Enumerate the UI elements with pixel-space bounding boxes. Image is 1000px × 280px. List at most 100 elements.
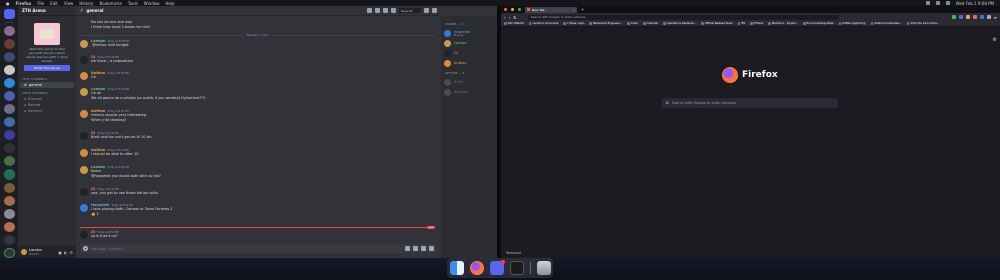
close-tab-icon[interactable]: × (572, 8, 575, 12)
trash-icon[interactable] (536, 261, 551, 275)
settings-gear-icon[interactable]: ⚙ (69, 250, 73, 255)
extension-icon[interactable] (972, 15, 977, 19)
add-server-icon[interactable] (3, 247, 15, 258)
control-center-icon[interactable] (945, 1, 950, 5)
bookmark[interactable]: FitTrack (750, 22, 763, 25)
avatar[interactable] (80, 132, 88, 140)
extension-icon[interactable] (958, 15, 963, 19)
forward-icon[interactable]: › (509, 15, 511, 20)
gif-icon[interactable] (413, 246, 418, 251)
server-icon[interactable] (3, 117, 15, 128)
bookmark[interactable]: Mechanic - Project... (768, 22, 798, 25)
server-icon[interactable] (3, 52, 15, 63)
server-icon[interactable] (3, 39, 15, 50)
message-composer[interactable]: + Message #general (80, 244, 437, 253)
wifi-icon[interactable] (925, 1, 930, 5)
menu-help[interactable]: Help (166, 1, 175, 6)
settings-gear-icon[interactable]: ⚙ (993, 37, 997, 43)
bookmark[interactable]: Operations Dashboar... (663, 22, 696, 25)
server-name[interactable]: ZTH Arena (18, 6, 76, 16)
member[interactable]: Anthon (444, 58, 494, 68)
member[interactable]: Landon (444, 38, 494, 48)
discord-icon[interactable] (489, 260, 505, 275)
message-input[interactable]: Message #general (91, 247, 402, 251)
search-input[interactable]: G Search with Google or enter address (662, 98, 838, 108)
inbox-icon[interactable] (424, 8, 429, 13)
menu-tools[interactable]: Tools (128, 1, 138, 6)
bookmark[interactable]: Calendar (643, 22, 658, 25)
apple-icon[interactable]: ● (6, 1, 10, 6)
back-icon[interactable]: ‹ (504, 15, 506, 20)
server-icon[interactable] (3, 78, 15, 89)
firefox-icon[interactable] (469, 261, 484, 275)
terminal-icon[interactable] (509, 261, 524, 275)
menu-clock[interactable]: Wed Feb 1 9:08 PM (956, 1, 994, 6)
extension-icon[interactable] (986, 15, 991, 19)
url-bar[interactable]: Search with Google or enter address (527, 14, 838, 20)
bookmark[interactable]: Landon's Concourse (528, 22, 558, 25)
notification-bell-icon[interactable] (375, 8, 380, 13)
avatar[interactable] (80, 149, 88, 157)
direct-messages-icon[interactable] (3, 9, 15, 20)
members-icon[interactable] (391, 8, 396, 13)
server-icon[interactable] (3, 130, 15, 141)
extension-icon[interactable] (979, 15, 984, 19)
gift-icon[interactable] (405, 246, 410, 251)
menu-icon[interactable]: ≡ (994, 15, 997, 20)
server-icon[interactable] (3, 195, 15, 206)
server-icon[interactable] (3, 104, 15, 115)
menu-bookmarks[interactable]: Bookmarks (100, 1, 122, 6)
menu-view[interactable]: View (64, 1, 74, 6)
bookmark[interactable]: VRC rMetoth (504, 22, 524, 25)
server-icon[interactable] (3, 91, 15, 102)
minimize-window-button[interactable] (511, 8, 514, 11)
finder-icon[interactable] (449, 261, 464, 275)
emoji-icon[interactable] (429, 246, 434, 251)
avatar[interactable] (80, 88, 88, 96)
member[interactable]: haypeleb Playing (444, 28, 494, 38)
zoom-window-button[interactable] (518, 8, 521, 11)
avatar[interactable] (80, 110, 88, 118)
server-icon[interactable] (3, 143, 15, 154)
menu-history[interactable]: History (79, 1, 93, 6)
server-icon[interactable] (3, 156, 15, 167)
extension-icon[interactable] (951, 15, 956, 19)
voice-channels-category[interactable]: Voice Channels (18, 88, 76, 96)
avatar[interactable] (80, 56, 88, 64)
headphones-icon[interactable]: ◐ (64, 250, 68, 255)
bookmark[interactable]: LURNA (Lightning) (838, 22, 866, 25)
sticker-icon[interactable] (421, 246, 426, 251)
member[interactable]: DJ (444, 48, 494, 58)
bookmark[interactable]: Shop the Intro Items... (906, 22, 939, 25)
bookmark[interactable]: Behavioral Engineeri... (589, 22, 622, 25)
avatar[interactable] (80, 72, 88, 80)
bookmark[interactable]: x Paper Login (563, 22, 584, 25)
avatar[interactable] (80, 40, 88, 48)
reload-icon[interactable]: ↻ (513, 15, 516, 20)
server-icon[interactable] (3, 182, 15, 193)
avatar[interactable] (21, 249, 27, 255)
bookmark[interactable]: Index (627, 22, 638, 25)
add-attachment-icon[interactable]: + (83, 246, 88, 251)
boost-server-button[interactable]: Boost This Server (24, 65, 70, 71)
server-icon[interactable] (3, 234, 15, 245)
avatar[interactable] (80, 231, 88, 239)
member[interactable]: Brett (444, 77, 494, 87)
avatar[interactable] (80, 204, 88, 212)
menu-file[interactable]: File (37, 1, 44, 6)
text-channels-category[interactable]: Text Channels (18, 74, 76, 82)
avatar[interactable] (80, 166, 88, 174)
voice-channel[interactable]: ◂ General (18, 108, 76, 114)
server-icon[interactable] (3, 221, 15, 232)
battery-icon[interactable] (935, 1, 940, 5)
help-icon[interactable] (432, 8, 437, 13)
server-icon[interactable] (3, 169, 15, 180)
menu-app-name[interactable]: Firefox (16, 1, 32, 6)
server-icon[interactable] (3, 25, 15, 36)
close-window-button[interactable] (504, 8, 507, 11)
reaction[interactable]: 👍 2 (91, 212, 173, 217)
extension-icon[interactable] (965, 15, 970, 19)
bookmark[interactable]: Official Release Slack (701, 22, 733, 25)
server-icon[interactable] (3, 208, 15, 219)
microphone-icon[interactable]: ● (58, 250, 62, 255)
